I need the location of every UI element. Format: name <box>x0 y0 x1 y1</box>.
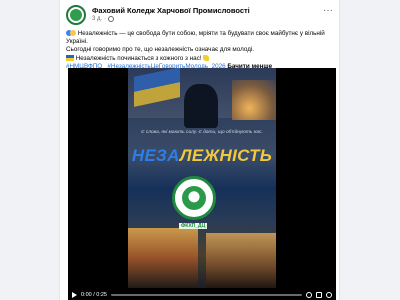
post-meta: 3 д. · <box>92 16 115 22</box>
post-header: Фаховий Коледж Харчової Промисловості 3 … <box>66 5 333 27</box>
poster-sunset-right <box>206 233 276 288</box>
settings-icon[interactable] <box>306 292 312 298</box>
video-controls: 0:00 / 0:25 <box>68 290 336 300</box>
post-text: Незалежність — це свобода бути собою, мр… <box>66 30 336 71</box>
yellow-heart-icon <box>70 30 76 36</box>
poster-title: НЕЗАЛЕЖНІСТЬ <box>128 146 276 166</box>
yellow-heart-icon <box>203 54 210 61</box>
fullscreen-icon[interactable] <box>316 292 322 298</box>
avatar[interactable] <box>66 5 86 25</box>
play-icon[interactable] <box>72 292 77 298</box>
page-name[interactable]: Фаховий Коледж Харчової Промисловості <box>92 6 250 15</box>
college-logo-emblem <box>182 186 206 210</box>
poster-figure <box>184 84 218 128</box>
logo-label: ФКХП_ДЦ <box>179 223 208 229</box>
avatar-logo <box>70 9 82 21</box>
more-icon[interactable]: ··· <box>323 6 333 16</box>
video-player[interactable]: Є слова, які мають силу. Є дати, що об'є… <box>68 68 336 300</box>
globe-icon <box>108 16 115 22</box>
video-time: 0:00 / 0:25 <box>81 292 107 298</box>
meta-separator: · <box>104 16 107 22</box>
post-line-1: Незалежність — це свобода бути собою, мр… <box>66 30 336 46</box>
post-line-3: Незалежність починається з кожного з нас… <box>66 54 336 63</box>
progress-bar[interactable] <box>111 294 302 296</box>
volume-icon[interactable] <box>326 292 332 298</box>
poster-quote: Є слова, які мають силу. Є дати, що об'є… <box>141 130 263 135</box>
post-time[interactable]: 3 д. <box>92 16 102 22</box>
video-poster: Є слова, які мають силу. Є дати, що об'є… <box>128 68 276 288</box>
post-line-1-text: Незалежність — це свобода бути собою, мр… <box>66 30 325 46</box>
poster-sunset <box>232 80 276 120</box>
post-line-2: Сьогодні говоримо про те, що незалежніст… <box>66 46 255 54</box>
facebook-post: Фаховий Коледж Харчової Промисловості 3 … <box>59 0 340 300</box>
poster-title-part-2: ЛЕЖНІСТЬ <box>179 146 273 165</box>
poster-title-part-1: НЕЗА <box>131 146 180 165</box>
college-logo <box>172 176 216 220</box>
post-line-3-text: Незалежність починається з кожного з нас… <box>75 54 202 62</box>
ukraine-flag-icon <box>66 54 74 61</box>
poster-sunset-left <box>128 228 198 288</box>
